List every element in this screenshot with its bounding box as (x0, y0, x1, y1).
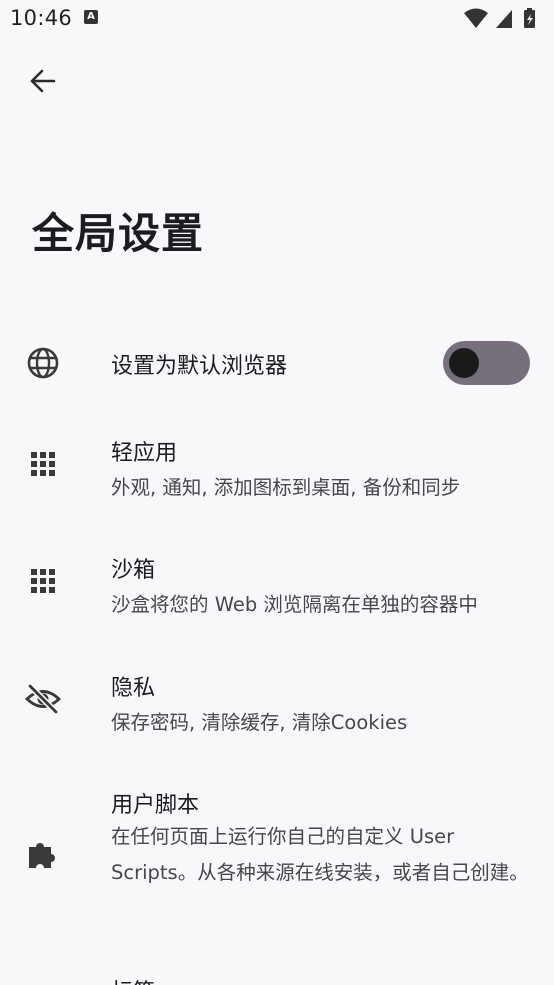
status-bar: 10:46 A (0, 0, 554, 38)
setting-default-browser[interactable]: 设置为默认浏览器 (0, 330, 554, 396)
setting-sandbox[interactable]: 沙箱 沙盒将您的 Web 浏览隔离在单独的容器中 (0, 542, 554, 622)
setting-title: 隐私 (111, 676, 156, 701)
back-button[interactable] (22, 60, 64, 102)
setting-subtitle: 保存密码, 清除缓存, 清除Cookies (111, 711, 408, 734)
arrow-left-icon (30, 69, 56, 93)
setting-title: 标签 (111, 974, 155, 985)
setting-lite-apps[interactable]: 轻应用 外观, 通知, 添加图标到桌面, 备份和同步 (0, 425, 554, 505)
setting-title: 设置为默认浏览器 (111, 354, 288, 379)
status-icons (464, 7, 544, 29)
setting-title: 用户脚本 (111, 793, 200, 818)
cellular-signal-icon (496, 10, 512, 28)
status-time: 10:46 (10, 6, 73, 30)
setting-privacy[interactable]: 隐私 保存密码, 清除缓存, 清除Cookies (0, 660, 554, 740)
setting-subtitle: 外观, 通知, 添加图标到桌面, 备份和同步 (111, 476, 461, 499)
apps-grid-icon (24, 562, 62, 600)
battery-icon (524, 8, 535, 28)
setting-user-scripts[interactable]: 用户脚本 在任何页面上运行你自己的自定义 User Scripts。从各种来源在… (0, 777, 554, 937)
setting-subtitle: 沙盒将您的 Web 浏览隔离在单独的容器中 (111, 593, 478, 616)
toggle-knob (449, 348, 479, 378)
setting-tabs[interactable]: 标签 (0, 962, 554, 985)
setting-title: 轻应用 (111, 441, 178, 466)
globe-icon (24, 344, 62, 382)
wifi-icon (464, 8, 488, 28)
setting-title: 沙箱 (111, 558, 156, 583)
setting-subtitle: 在任何页面上运行你自己的自定义 User Scripts。从各种来源在线安装，或… (111, 825, 529, 884)
apps-grid-icon (24, 445, 62, 483)
page-title: 全局设置 (32, 209, 205, 258)
default-browser-toggle[interactable] (443, 341, 530, 385)
puzzle-icon (24, 834, 62, 872)
notification-icon: A (84, 10, 98, 24)
eye-off-icon (24, 680, 62, 718)
